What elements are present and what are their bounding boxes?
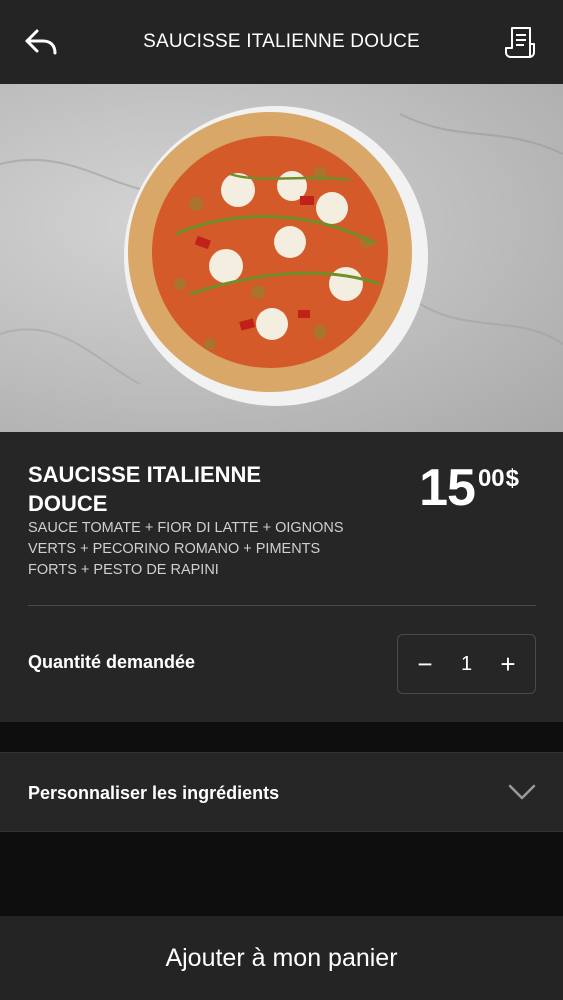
quantity-value: 1 — [460, 652, 473, 675]
back-arrow-icon — [25, 29, 57, 55]
back-button[interactable] — [20, 22, 62, 62]
price-cents: 00 — [477, 465, 505, 492]
product-image — [0, 84, 563, 432]
chevron-down-icon — [508, 784, 536, 800]
price-integer: 15 — [419, 459, 476, 517]
pizza-image — [0, 106, 563, 406]
increment-button[interactable]: + — [495, 651, 521, 677]
quantity-stepper: − 1 + — [397, 634, 536, 694]
decrement-button[interactable]: − — [412, 651, 438, 677]
customize-ingredients-row[interactable]: Personnaliser les ingrédients — [0, 752, 563, 832]
divider — [28, 605, 536, 606]
product-info-panel: SAUCISSE ITALIENNE DOUCE SAUCE TOMATE + … — [0, 432, 563, 722]
price-currency: $ — [505, 465, 519, 492]
receipt-button[interactable] — [499, 20, 543, 64]
add-to-cart-button[interactable]: Ajouter à mon panier — [0, 916, 563, 1000]
product-price: 15 00 $ — [419, 462, 519, 514]
product-description: SAUCE TOMATE + FIOR DI LATTE + OIGNONS V… — [28, 520, 344, 578]
page-title: SAUCISSE ITALIENNE DOUCE — [143, 31, 420, 52]
quantity-label: Quantité demandée — [28, 652, 196, 672]
customize-label: Personnaliser les ingrédients — [28, 783, 280, 803]
product-name: SAUCISSE ITALIENNE DOUCE — [28, 462, 262, 516]
app-header: SAUCISSE ITALIENNE DOUCE — [0, 0, 563, 84]
section-gap — [0, 722, 563, 752]
receipt-icon — [505, 27, 535, 58]
